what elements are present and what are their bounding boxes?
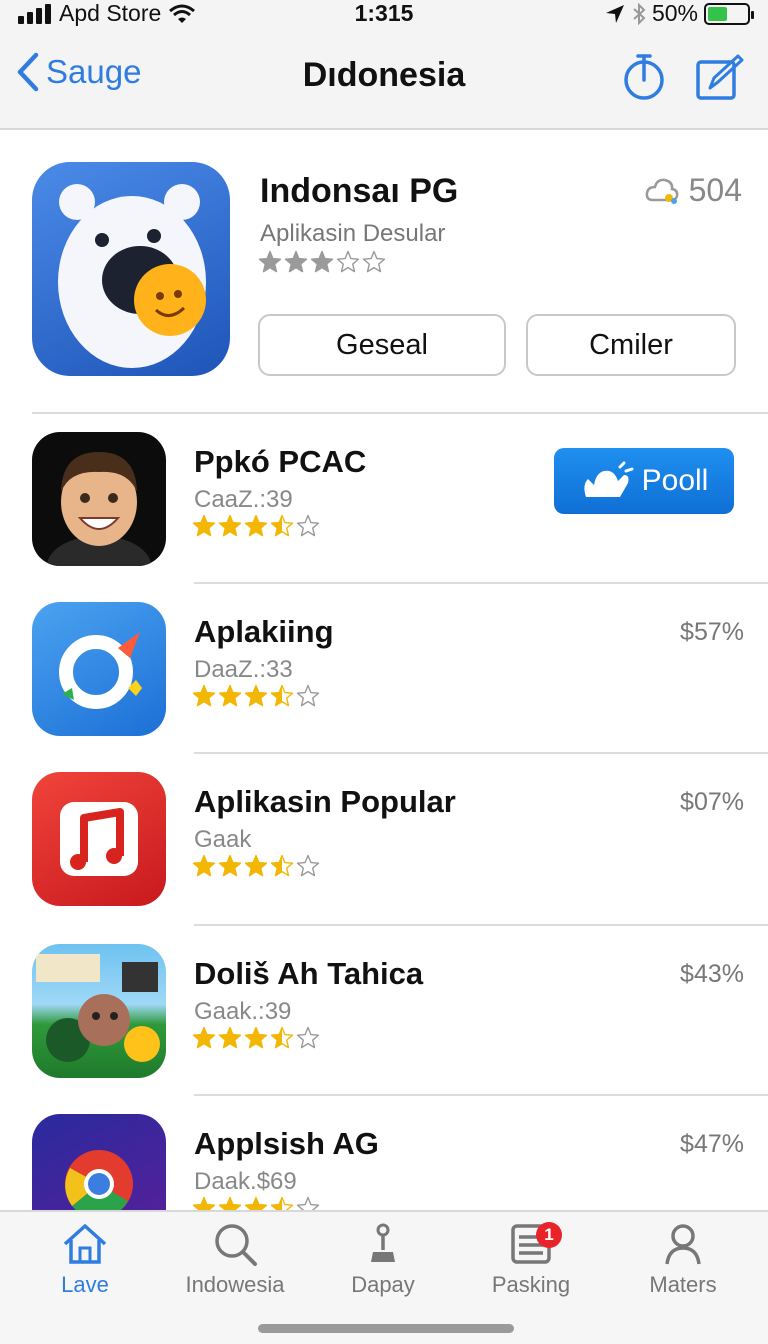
- star-icon: [270, 1026, 294, 1049]
- home-indicator[interactable]: [258, 1324, 514, 1333]
- notification-badge: 1: [536, 1222, 562, 1248]
- ring-logo-icon: [59, 632, 142, 709]
- star-icon: [218, 684, 242, 707]
- star-icon: [270, 684, 294, 707]
- app-price: $57%: [680, 618, 744, 646]
- battery-percent: 50%: [651, 0, 698, 26]
- featured-count: 504: [645, 172, 742, 209]
- star-icon: [296, 1026, 320, 1049]
- star-icon: [218, 514, 242, 537]
- compose-icon[interactable]: [694, 52, 746, 104]
- star-icon: [244, 1026, 268, 1049]
- star-icon: [218, 854, 242, 877]
- app-meta: Gaak: [194, 826, 252, 853]
- star-icon: [296, 854, 320, 877]
- person-icon: [665, 1224, 701, 1265]
- app-price: $07%: [680, 788, 744, 816]
- star-icon: [244, 514, 268, 537]
- star-icon: [258, 250, 282, 273]
- nav-bar: Sauge Dıdonesia: [0, 30, 768, 130]
- avatar-app-icon: [32, 432, 166, 566]
- joystick-icon: [371, 1223, 395, 1262]
- pool-button[interactable]: Pooll: [554, 448, 734, 514]
- featured-app[interactable]: Indonsaı PG Aplikasin Desular 504 Geseal…: [0, 132, 768, 412]
- tab-indowesia[interactable]: Indowesia: [160, 1222, 310, 1298]
- tab-label: Indowesia: [185, 1272, 285, 1297]
- app-meta: CaaZ.:39: [194, 486, 293, 513]
- memoji-face-icon: [47, 452, 151, 566]
- featured-app-subtitle: Aplikasin Desular: [260, 220, 446, 247]
- app-price: $47%: [680, 1130, 744, 1158]
- ring-app-icon: [32, 602, 166, 736]
- rating-stars: [192, 1026, 320, 1050]
- featured-count-value: 504: [688, 172, 742, 208]
- timer-icon[interactable]: [618, 52, 670, 104]
- status-right: 50%: [604, 0, 754, 27]
- star-icon: [192, 514, 216, 537]
- star-icon: [362, 250, 386, 273]
- app-name: Doliš Ah Tahica: [194, 956, 424, 991]
- featured-app-icon: [32, 162, 230, 376]
- star-icon: [270, 514, 294, 537]
- star-icon: [192, 684, 216, 707]
- app-meta: Daak.$69: [194, 1168, 297, 1195]
- bluetooth-icon: [633, 2, 646, 25]
- star-icon: [192, 1026, 216, 1049]
- game-scene-icon: [36, 954, 160, 1062]
- music-app-icon: [32, 772, 166, 906]
- cloud-icon: [645, 178, 678, 204]
- tab-maters[interactable]: Maters: [608, 1222, 758, 1298]
- pool-button-label: Pooll: [641, 464, 709, 497]
- geseal-button[interactable]: Geseal: [258, 314, 506, 376]
- search-icon: [215, 1224, 257, 1266]
- star-icon: [218, 1026, 242, 1049]
- app-meta: DaaZ.:33: [194, 656, 293, 683]
- star-icon: [284, 250, 308, 273]
- star-icon: [336, 250, 360, 273]
- app-name: Aplakiing: [194, 614, 334, 649]
- tab-label: Lave: [61, 1272, 109, 1297]
- app-name: Ppkó PCAC: [194, 444, 367, 479]
- app-price: $43%: [680, 960, 744, 988]
- star-icon: [244, 854, 268, 877]
- featured-rating-stars: [258, 250, 386, 274]
- app-list-item[interactable]: Ppkó PCAC CaaZ.:39 Pooll: [0, 414, 768, 584]
- status-bar: Apd Store 1:315 50%: [0, 0, 768, 30]
- bear-mascot-icon: [58, 184, 206, 368]
- tab-lave[interactable]: Lave: [10, 1222, 160, 1298]
- app-list-item[interactable]: Doliš Ah Tahica Gaak.:39 $43%: [0, 926, 768, 1096]
- app-list-item[interactable]: Aplakiing DaaZ.:33 $57%: [0, 584, 768, 754]
- rating-stars: [192, 514, 320, 538]
- tab-dapay[interactable]: Dapay: [308, 1222, 458, 1298]
- hand-wave-icon: [584, 461, 634, 497]
- star-icon: [270, 854, 294, 877]
- app-name: Applsish AG: [194, 1126, 379, 1161]
- tab-label: Dapay: [351, 1272, 415, 1297]
- star-icon: [296, 514, 320, 537]
- app-meta: Gaak.:39: [194, 998, 292, 1025]
- app-list-item[interactable]: Aplikasin Popular Gaak $07%: [0, 754, 768, 924]
- rating-stars: [192, 854, 320, 878]
- star-icon: [244, 684, 268, 707]
- tab-pasking[interactable]: 1 Pasking: [456, 1222, 606, 1298]
- star-icon: [296, 684, 320, 707]
- star-icon: [192, 854, 216, 877]
- app-name: Aplikasin Popular: [194, 784, 456, 819]
- tab-label: Pasking: [491, 1272, 571, 1297]
- featured-app-title: Indonsaı PG: [260, 172, 459, 210]
- rating-stars: [192, 684, 320, 708]
- game-app-icon: [32, 944, 166, 1078]
- battery-icon: [704, 2, 754, 25]
- star-icon: [310, 250, 334, 273]
- music-note-icon: [60, 802, 138, 876]
- tab-label: Maters: [649, 1272, 717, 1297]
- location-icon: [605, 4, 624, 23]
- cmiler-button[interactable]: Cmiler: [526, 314, 736, 376]
- house-icon: [63, 1224, 107, 1264]
- battery-level: [708, 6, 727, 21]
